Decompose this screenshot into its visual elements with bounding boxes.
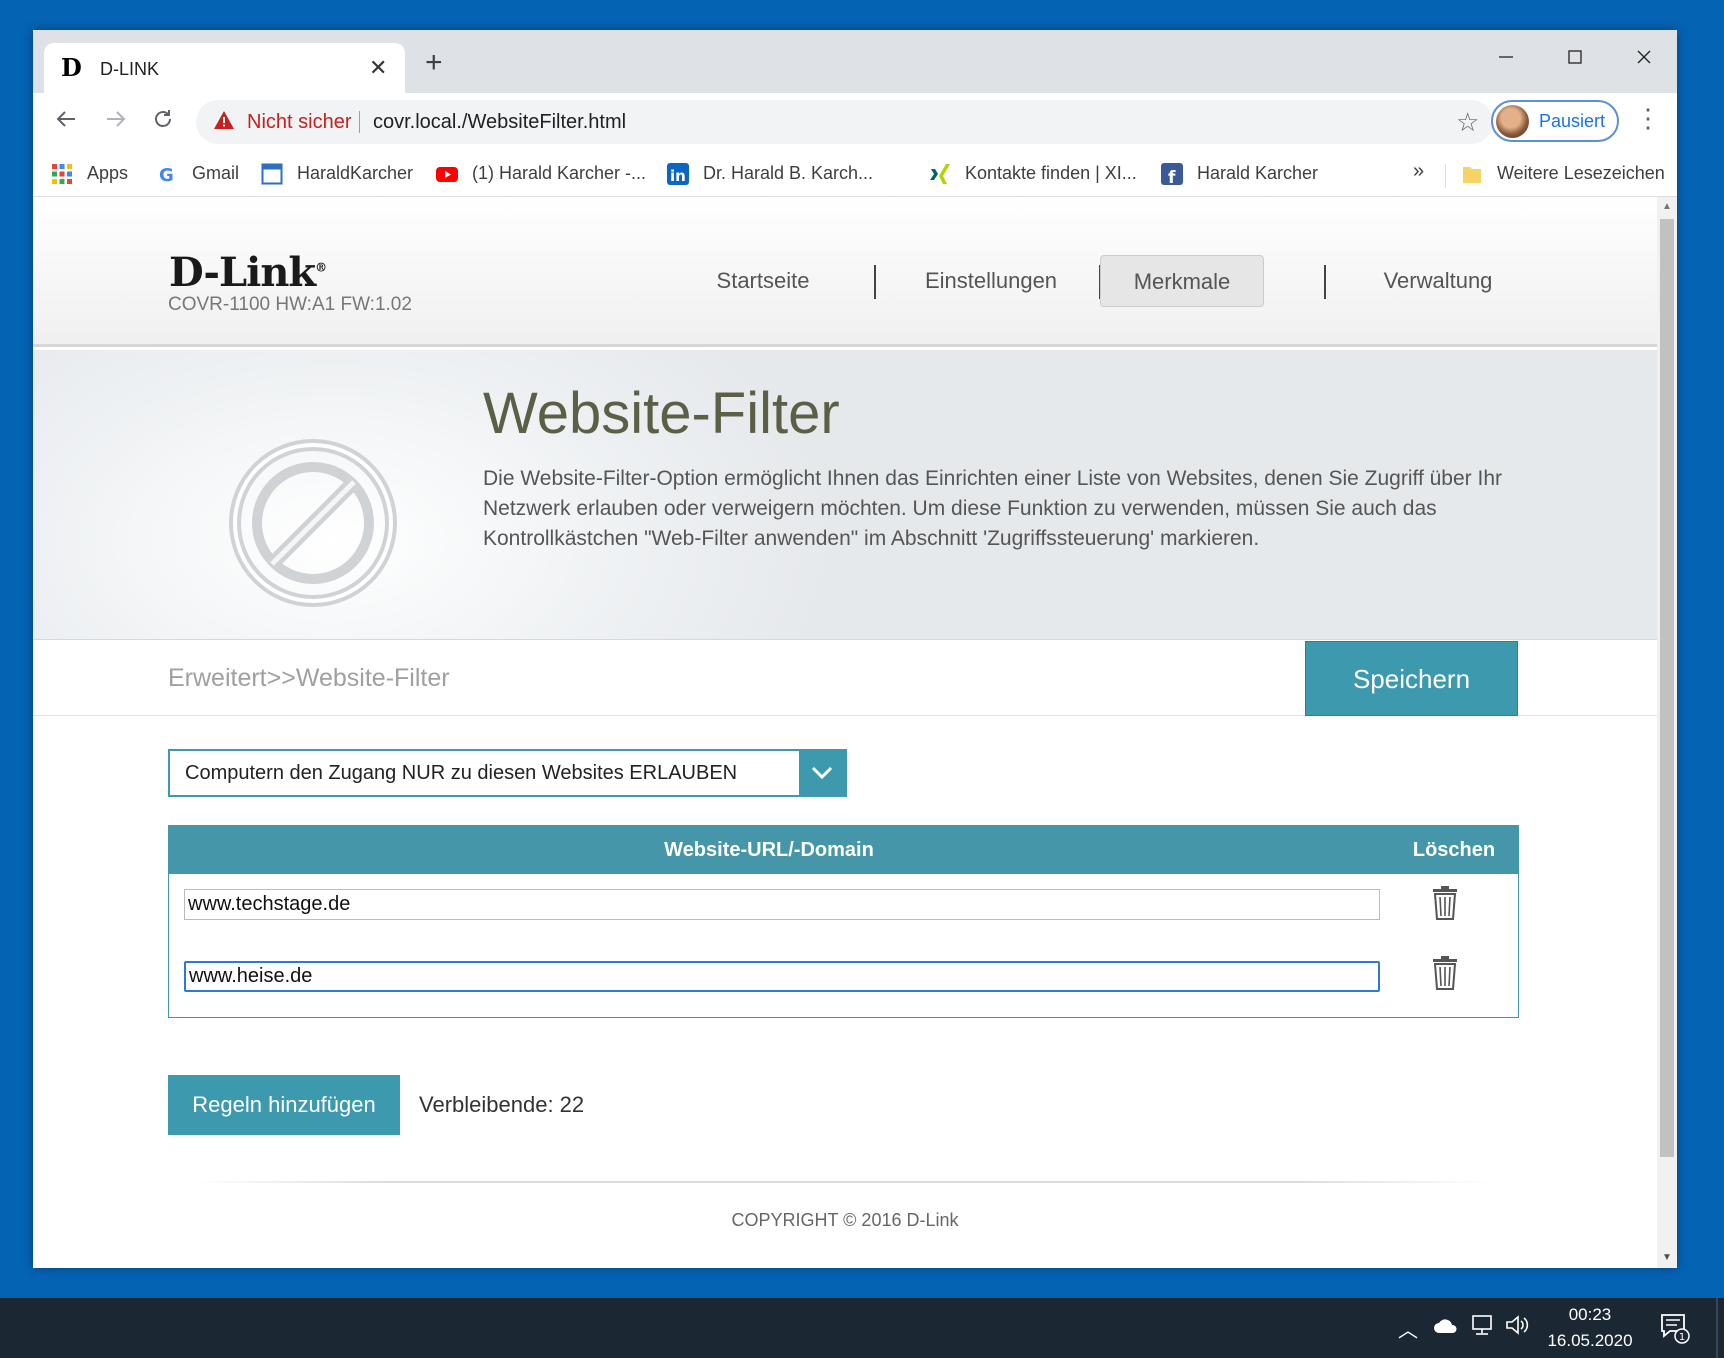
bookmark-label: HaraldKarcher	[297, 163, 414, 183]
trash-icon[interactable]	[1431, 956, 1459, 990]
bookmark-label: Weitere Lesezeichen	[1497, 163, 1665, 183]
facebook-icon: f	[1161, 163, 1183, 185]
minimize-icon	[1499, 56, 1513, 58]
dlink-logo: D-Link®	[169, 249, 327, 296]
clock-date[interactable]: 16.05.2020	[1540, 1331, 1640, 1351]
window-close-button[interactable]	[1614, 38, 1674, 78]
bookmarks-separator	[1445, 164, 1446, 188]
scroll-thumb[interactable]	[1660, 219, 1674, 1157]
bookmark-label: (1) Harald Karcher -...	[472, 163, 647, 183]
tab-close-icon[interactable]: ✕	[369, 55, 387, 81]
breadcrumb-bar: Erweitert>>Website-Filter Speichern	[33, 641, 1657, 716]
network-icon[interactable]	[1470, 1314, 1494, 1336]
nav-verwaltung[interactable]: Verwaltung	[1338, 255, 1538, 307]
website-url-input[interactable]	[184, 961, 1380, 992]
show-desktop-button[interactable]	[1716, 1298, 1718, 1358]
arrow-left-icon	[56, 111, 75, 127]
svg-text:in: in	[670, 167, 686, 185]
folder-icon	[1463, 167, 1481, 183]
browser-toolbar: Nicht sicher covr.local./WebsiteFilter.h…	[33, 93, 1677, 151]
scroll-up-icon[interactable]: ▲	[1662, 201, 1672, 212]
filter-mode-value: Computern den Zugang NUR zu diesen Websi…	[185, 762, 738, 784]
profile-button[interactable]: Pausiert	[1491, 100, 1619, 142]
hero-section: Website-Filter Die Website-Filter-Option…	[33, 350, 1657, 640]
column-header-url: Website-URL/-Domain	[664, 839, 874, 861]
bookmark-star-icon[interactable]: ☆	[1456, 107, 1479, 138]
nav-startseite[interactable]: Startseite	[663, 255, 863, 307]
more-menu-icon[interactable]: ⋮	[1635, 103, 1661, 134]
website-url-input[interactable]	[184, 889, 1380, 920]
security-label[interactable]: Nicht sicher	[247, 111, 351, 134]
maximize-button[interactable]	[1545, 38, 1605, 78]
filter-mode-select[interactable]: Computern den Zugang NUR zu diesen Websi…	[168, 749, 847, 797]
taskbar: ︿ 00:23 16.05.2020 1	[0, 1298, 1724, 1358]
address-separator	[359, 111, 360, 133]
page-description: Die Website-Filter-Option ermöglicht Ihn…	[483, 467, 1503, 550]
maximize-icon	[1568, 50, 1582, 64]
tab-strip: D D-LINK ✕ +	[33, 30, 1677, 93]
linkedin-icon: in	[667, 163, 689, 185]
profile-status: Pausiert	[1539, 111, 1606, 131]
volume-icon[interactable]	[1505, 1314, 1529, 1336]
avatar	[1496, 105, 1529, 138]
clock-time[interactable]: 00:23	[1548, 1305, 1632, 1325]
svg-text:G: G	[159, 165, 174, 185]
nav-einstellungen[interactable]: Einstellungen	[886, 255, 1096, 307]
xing-icon	[930, 164, 950, 184]
bookmark-label: Harald Karcher	[1197, 163, 1319, 183]
add-rule-button[interactable]: Regeln hinzufügen	[168, 1075, 400, 1135]
nav-divider	[1324, 265, 1326, 299]
column-header-delete: Löschen	[1412, 839, 1496, 861]
svg-text:f: f	[1168, 168, 1176, 185]
page-scrollbar[interactable]: ▲ ▼	[1657, 197, 1677, 1268]
google-icon: G	[159, 165, 174, 185]
remaining-count: Verbleibende: 22	[419, 1092, 585, 1117]
dropdown-arrow[interactable]	[799, 751, 845, 795]
model-info: COVR-1100 HW:A1 FW:1.02	[168, 294, 412, 315]
nav-divider	[874, 265, 876, 299]
save-button[interactable]: Speichern	[1305, 641, 1518, 716]
website-filter-table: Website-URL/-Domain Löschen	[168, 825, 1519, 1018]
trash-icon[interactable]	[1431, 886, 1459, 920]
bookmark-label: Apps	[87, 163, 129, 183]
dlink-favicon-icon: D	[61, 53, 82, 82]
bookmark-label: Kontakte finden | XI...	[965, 163, 1137, 183]
page-viewport: D-Link® COVR-1100 HW:A1 FW:1.02 Startsei…	[33, 197, 1657, 1268]
copyright: COPYRIGHT © 2016 D-Link	[731, 1210, 959, 1230]
arrow-right-icon	[107, 111, 126, 127]
bookmark-label: Gmail	[192, 163, 240, 183]
reload-button[interactable]	[145, 103, 181, 139]
bookmarks-bar: Apps G Gmail HaraldKarcher (1) Harald Ka…	[33, 151, 1677, 197]
new-tab-button[interactable]: +	[425, 48, 443, 78]
scroll-down-icon[interactable]: ▼	[1662, 1252, 1672, 1263]
warning-icon	[214, 111, 234, 129]
apps-grid-icon	[52, 164, 72, 184]
bookmark-label: Dr. Harald B. Karch...	[703, 163, 874, 183]
browser-tab[interactable]: D D-LINK ✕	[44, 43, 405, 93]
reload-icon	[155, 110, 171, 127]
url-text[interactable]: covr.local./WebsiteFilter.html	[373, 111, 626, 134]
youtube-icon	[436, 167, 458, 182]
footer-divider	[193, 1181, 1493, 1183]
tray-overflow-icon[interactable]: ︿	[1398, 1314, 1418, 1343]
notification-count: 1	[1679, 1332, 1685, 1343]
site-header: D-Link® COVR-1100 HW:A1 FW:1.02 Startsei…	[33, 197, 1657, 347]
bookmark-page-icon	[261, 163, 283, 185]
bookmarks-overflow-button[interactable]: »	[1413, 160, 1424, 183]
close-icon	[1637, 50, 1651, 64]
browser-window: D D-LINK ✕ + Nicht sicher covr.local./We…	[33, 30, 1677, 1268]
notification-center-icon[interactable]: 1	[1660, 1312, 1690, 1344]
breadcrumb[interactable]: Erweitert>>Website-Filter	[168, 664, 450, 693]
page-title: Website-Filter	[483, 381, 840, 446]
minimize-button[interactable]	[1476, 38, 1536, 78]
onedrive-cloud-icon[interactable]	[1433, 1318, 1459, 1334]
tab-title: D-LINK	[100, 59, 160, 79]
chevron-down-icon	[811, 766, 833, 780]
forward-button[interactable]	[98, 103, 134, 139]
back-button[interactable]	[48, 103, 84, 139]
address-bar[interactable]: Nicht sicher covr.local./WebsiteFilter.h…	[196, 100, 1493, 144]
table-header: Website-URL/-Domain Löschen	[169, 826, 1518, 874]
nav-merkmale[interactable]: Merkmale	[1100, 255, 1264, 307]
block-icon	[229, 439, 397, 607]
